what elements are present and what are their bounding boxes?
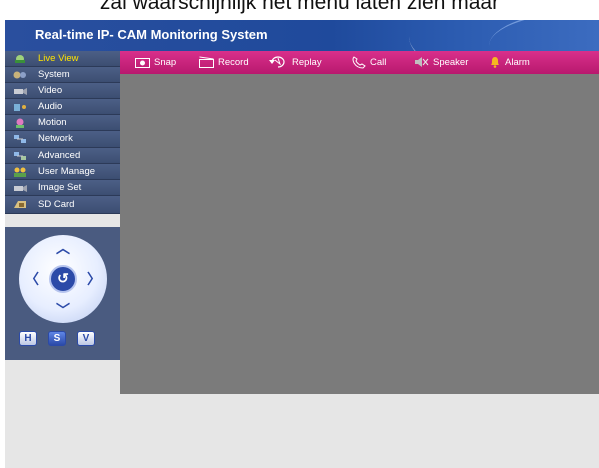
menu-item-audio[interactable]: Audio (5, 99, 120, 116)
replay-icon (269, 56, 285, 69)
header-banner: Real-time IP- CAM Monitoring System (5, 20, 599, 51)
snap-button[interactable]: Snap (135, 51, 176, 74)
camera-icon (135, 57, 150, 68)
pan-down-icon[interactable]: ﹀ (56, 303, 70, 317)
main-menu: Live View System Video Audio Motion Netw… (5, 51, 120, 214)
call-button[interactable]: Call (352, 51, 386, 74)
ptz-s-button[interactable]: S (48, 331, 66, 346)
snap-label: Snap (154, 57, 177, 68)
replay-label: Replay (292, 57, 322, 68)
audio-icon (14, 104, 26, 112)
menu-item-label: Motion (38, 117, 67, 129)
call-label: Call (370, 57, 387, 68)
sidebar: Live View System Video Audio Motion Netw… (5, 51, 120, 468)
menu-item-label: Audio (38, 101, 63, 113)
alarm-button[interactable]: Alarm (489, 51, 530, 74)
bell-icon (491, 57, 499, 69)
ptz-v-button[interactable]: V (77, 331, 95, 346)
menu-item-image-set[interactable]: Image Set (5, 179, 120, 196)
ptz-direction-pad: ︿ ﹀ 〈 〉 ↺ (19, 235, 107, 323)
overlay-caption: zal waarschijnlijk het menu laten zien m… (99, 0, 500, 14)
menu-item-motion[interactable]: Motion (5, 115, 120, 132)
menu-item-label: Live View (38, 53, 79, 64)
pan-right-icon[interactable]: 〉 (87, 272, 101, 286)
speaker-button[interactable]: Speaker (414, 51, 468, 74)
user-manage-icon (14, 167, 26, 177)
app-title: Real-time IP- CAM Monitoring System (35, 27, 268, 42)
phone-icon (352, 56, 366, 69)
menu-item-sd-card[interactable]: SD Card (5, 195, 120, 214)
pan-left-icon[interactable]: 〈 (25, 272, 39, 286)
video-icon (14, 88, 27, 96)
menu-item-label: Image Set (38, 181, 82, 193)
pan-up-icon[interactable]: ︿ (56, 241, 70, 255)
menu-item-label: System (38, 69, 70, 81)
menu-item-video[interactable]: Video (5, 83, 120, 100)
menu-item-user-manage[interactable]: User Manage (5, 163, 120, 180)
sd-card-icon (14, 200, 26, 208)
menu-item-label: Network (38, 133, 73, 145)
speaker-label: Speaker (433, 57, 469, 68)
menu-item-advanced[interactable]: Advanced (5, 147, 120, 164)
advanced-icon (14, 151, 26, 160)
network-icon (14, 135, 26, 144)
alarm-label: Alarm (505, 57, 530, 68)
motion-icon (16, 118, 24, 129)
record-button[interactable]: Record (199, 51, 249, 74)
menu-item-label: Video (38, 85, 63, 97)
menu-item-live-view[interactable]: Live View (5, 51, 120, 68)
menu-item-system[interactable]: System (5, 67, 120, 84)
ptz-control-panel: ︿ ﹀ 〈 〉 ↺ H S V (5, 227, 120, 360)
live-view-icon (15, 55, 25, 63)
ptz-h-button[interactable]: H (19, 331, 37, 346)
image-set-icon (14, 184, 27, 192)
status-area (120, 394, 599, 468)
system-icon (13, 71, 26, 79)
video-display[interactable] (120, 74, 599, 394)
ipcam-window: Real-time IP- CAM Monitoring System Live… (5, 20, 599, 468)
replay-button[interactable]: Replay (268, 51, 322, 74)
menu-item-label: Advanced (38, 149, 81, 161)
record-label: Record (218, 57, 249, 68)
live-view-toolbar: Snap Record Replay Call Speaker Alarm (120, 51, 599, 74)
clapperboard-icon (199, 56, 214, 69)
speaker-muted-icon (415, 57, 429, 68)
menu-item-label: User Manage (38, 165, 96, 177)
menu-item-label: SD Card (38, 198, 75, 210)
ptz-center-button[interactable]: ↺ (49, 265, 77, 293)
menu-item-network[interactable]: Network (5, 131, 120, 148)
